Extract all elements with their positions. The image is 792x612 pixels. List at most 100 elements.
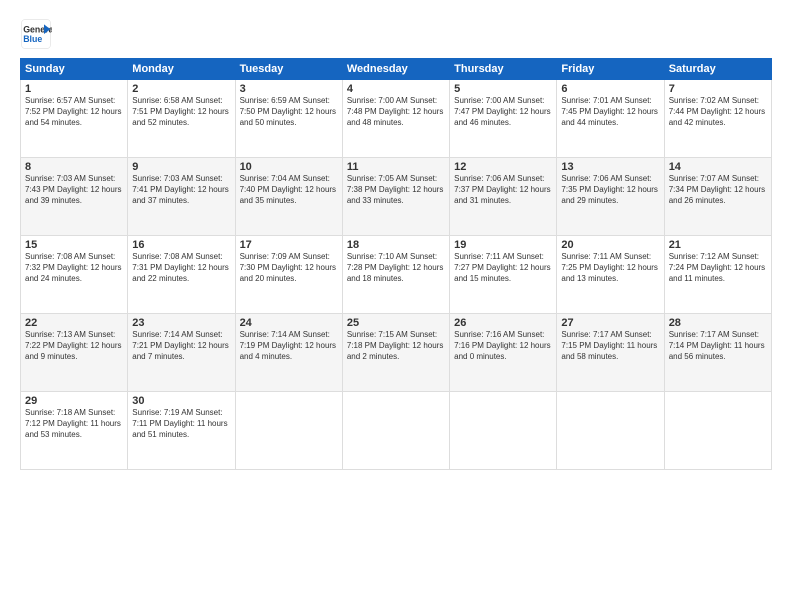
header-row: Sunday Monday Tuesday Wednesday Thursday… bbox=[21, 59, 772, 80]
calendar-cell bbox=[664, 392, 771, 470]
day-info: Sunrise: 7:14 AM Sunset: 7:21 PM Dayligh… bbox=[132, 330, 230, 362]
day-number: 18 bbox=[347, 239, 445, 251]
calendar-cell: 5Sunrise: 7:00 AM Sunset: 7:47 PM Daylig… bbox=[450, 80, 557, 158]
day-info: Sunrise: 7:11 AM Sunset: 7:27 PM Dayligh… bbox=[454, 252, 552, 284]
day-info: Sunrise: 7:06 AM Sunset: 7:37 PM Dayligh… bbox=[454, 174, 552, 206]
day-number: 29 bbox=[25, 395, 123, 407]
day-info: Sunrise: 7:07 AM Sunset: 7:34 PM Dayligh… bbox=[669, 174, 767, 206]
calendar-cell bbox=[557, 392, 664, 470]
calendar-cell: 24Sunrise: 7:14 AM Sunset: 7:19 PM Dayli… bbox=[235, 314, 342, 392]
calendar-cell: 30Sunrise: 7:19 AM Sunset: 7:11 PM Dayli… bbox=[128, 392, 235, 470]
calendar-cell: 15Sunrise: 7:08 AM Sunset: 7:32 PM Dayli… bbox=[21, 236, 128, 314]
calendar-cell: 23Sunrise: 7:14 AM Sunset: 7:21 PM Dayli… bbox=[128, 314, 235, 392]
calendar-cell: 27Sunrise: 7:17 AM Sunset: 7:15 PM Dayli… bbox=[557, 314, 664, 392]
col-friday: Friday bbox=[557, 59, 664, 80]
col-thursday: Thursday bbox=[450, 59, 557, 80]
day-number: 17 bbox=[240, 239, 338, 251]
calendar-cell: 11Sunrise: 7:05 AM Sunset: 7:38 PM Dayli… bbox=[342, 158, 449, 236]
day-number: 7 bbox=[669, 83, 767, 95]
day-number: 3 bbox=[240, 83, 338, 95]
day-number: 26 bbox=[454, 317, 552, 329]
day-number: 24 bbox=[240, 317, 338, 329]
calendar-cell bbox=[342, 392, 449, 470]
day-number: 30 bbox=[132, 395, 230, 407]
day-info: Sunrise: 7:11 AM Sunset: 7:25 PM Dayligh… bbox=[561, 252, 659, 284]
day-number: 25 bbox=[347, 317, 445, 329]
calendar-cell: 6Sunrise: 7:01 AM Sunset: 7:45 PM Daylig… bbox=[557, 80, 664, 158]
day-number: 6 bbox=[561, 83, 659, 95]
calendar-cell: 26Sunrise: 7:16 AM Sunset: 7:16 PM Dayli… bbox=[450, 314, 557, 392]
day-number: 15 bbox=[25, 239, 123, 251]
calendar-cell: 2Sunrise: 6:58 AM Sunset: 7:51 PM Daylig… bbox=[128, 80, 235, 158]
day-info: Sunrise: 7:19 AM Sunset: 7:11 PM Dayligh… bbox=[132, 408, 230, 440]
day-info: Sunrise: 7:05 AM Sunset: 7:38 PM Dayligh… bbox=[347, 174, 445, 206]
col-sunday: Sunday bbox=[21, 59, 128, 80]
day-info: Sunrise: 7:01 AM Sunset: 7:45 PM Dayligh… bbox=[561, 96, 659, 128]
day-number: 4 bbox=[347, 83, 445, 95]
col-tuesday: Tuesday bbox=[235, 59, 342, 80]
day-info: Sunrise: 7:06 AM Sunset: 7:35 PM Dayligh… bbox=[561, 174, 659, 206]
calendar-cell: 17Sunrise: 7:09 AM Sunset: 7:30 PM Dayli… bbox=[235, 236, 342, 314]
day-number: 22 bbox=[25, 317, 123, 329]
col-wednesday: Wednesday bbox=[342, 59, 449, 80]
day-info: Sunrise: 7:12 AM Sunset: 7:24 PM Dayligh… bbox=[669, 252, 767, 284]
day-number: 2 bbox=[132, 83, 230, 95]
calendar-cell: 10Sunrise: 7:04 AM Sunset: 7:40 PM Dayli… bbox=[235, 158, 342, 236]
day-number: 12 bbox=[454, 161, 552, 173]
day-info: Sunrise: 7:08 AM Sunset: 7:32 PM Dayligh… bbox=[25, 252, 123, 284]
day-info: Sunrise: 6:57 AM Sunset: 7:52 PM Dayligh… bbox=[25, 96, 123, 128]
day-info: Sunrise: 7:15 AM Sunset: 7:18 PM Dayligh… bbox=[347, 330, 445, 362]
calendar-cell: 4Sunrise: 7:00 AM Sunset: 7:48 PM Daylig… bbox=[342, 80, 449, 158]
week-row-4: 29Sunrise: 7:18 AM Sunset: 7:12 PM Dayli… bbox=[21, 392, 772, 470]
day-number: 10 bbox=[240, 161, 338, 173]
day-number: 1 bbox=[25, 83, 123, 95]
logo-icon: General Blue bbox=[20, 18, 52, 50]
day-info: Sunrise: 6:59 AM Sunset: 7:50 PM Dayligh… bbox=[240, 96, 338, 128]
day-number: 5 bbox=[454, 83, 552, 95]
calendar-cell: 19Sunrise: 7:11 AM Sunset: 7:27 PM Dayli… bbox=[450, 236, 557, 314]
calendar-cell bbox=[450, 392, 557, 470]
week-row-3: 22Sunrise: 7:13 AM Sunset: 7:22 PM Dayli… bbox=[21, 314, 772, 392]
day-number: 8 bbox=[25, 161, 123, 173]
day-number: 23 bbox=[132, 317, 230, 329]
day-info: Sunrise: 7:02 AM Sunset: 7:44 PM Dayligh… bbox=[669, 96, 767, 128]
day-number: 27 bbox=[561, 317, 659, 329]
calendar-cell: 13Sunrise: 7:06 AM Sunset: 7:35 PM Dayli… bbox=[557, 158, 664, 236]
header: General Blue bbox=[20, 18, 772, 50]
day-info: Sunrise: 7:16 AM Sunset: 7:16 PM Dayligh… bbox=[454, 330, 552, 362]
week-row-2: 15Sunrise: 7:08 AM Sunset: 7:32 PM Dayli… bbox=[21, 236, 772, 314]
calendar-cell: 29Sunrise: 7:18 AM Sunset: 7:12 PM Dayli… bbox=[21, 392, 128, 470]
day-info: Sunrise: 7:09 AM Sunset: 7:30 PM Dayligh… bbox=[240, 252, 338, 284]
day-number: 21 bbox=[669, 239, 767, 251]
day-info: Sunrise: 7:14 AM Sunset: 7:19 PM Dayligh… bbox=[240, 330, 338, 362]
day-info: Sunrise: 7:18 AM Sunset: 7:12 PM Dayligh… bbox=[25, 408, 123, 440]
day-info: Sunrise: 7:13 AM Sunset: 7:22 PM Dayligh… bbox=[25, 330, 123, 362]
calendar-cell: 28Sunrise: 7:17 AM Sunset: 7:14 PM Dayli… bbox=[664, 314, 771, 392]
day-number: 28 bbox=[669, 317, 767, 329]
day-number: 16 bbox=[132, 239, 230, 251]
day-number: 11 bbox=[347, 161, 445, 173]
day-info: Sunrise: 7:04 AM Sunset: 7:40 PM Dayligh… bbox=[240, 174, 338, 206]
day-info: Sunrise: 7:10 AM Sunset: 7:28 PM Dayligh… bbox=[347, 252, 445, 284]
calendar-cell: 9Sunrise: 7:03 AM Sunset: 7:41 PM Daylig… bbox=[128, 158, 235, 236]
day-info: Sunrise: 7:03 AM Sunset: 7:41 PM Dayligh… bbox=[132, 174, 230, 206]
svg-text:Blue: Blue bbox=[23, 34, 42, 44]
day-number: 9 bbox=[132, 161, 230, 173]
calendar-cell: 12Sunrise: 7:06 AM Sunset: 7:37 PM Dayli… bbox=[450, 158, 557, 236]
day-info: Sunrise: 7:17 AM Sunset: 7:15 PM Dayligh… bbox=[561, 330, 659, 362]
logo: General Blue bbox=[20, 18, 52, 50]
col-monday: Monday bbox=[128, 59, 235, 80]
day-number: 14 bbox=[669, 161, 767, 173]
calendar-cell: 7Sunrise: 7:02 AM Sunset: 7:44 PM Daylig… bbox=[664, 80, 771, 158]
week-row-1: 8Sunrise: 7:03 AM Sunset: 7:43 PM Daylig… bbox=[21, 158, 772, 236]
day-number: 20 bbox=[561, 239, 659, 251]
page: General Blue Sunday Monday Tuesday Wedne… bbox=[0, 0, 792, 612]
calendar-cell: 16Sunrise: 7:08 AM Sunset: 7:31 PM Dayli… bbox=[128, 236, 235, 314]
day-number: 13 bbox=[561, 161, 659, 173]
day-info: Sunrise: 6:58 AM Sunset: 7:51 PM Dayligh… bbox=[132, 96, 230, 128]
calendar-cell: 22Sunrise: 7:13 AM Sunset: 7:22 PM Dayli… bbox=[21, 314, 128, 392]
day-info: Sunrise: 7:08 AM Sunset: 7:31 PM Dayligh… bbox=[132, 252, 230, 284]
week-row-0: 1Sunrise: 6:57 AM Sunset: 7:52 PM Daylig… bbox=[21, 80, 772, 158]
day-info: Sunrise: 7:17 AM Sunset: 7:14 PM Dayligh… bbox=[669, 330, 767, 362]
day-number: 19 bbox=[454, 239, 552, 251]
